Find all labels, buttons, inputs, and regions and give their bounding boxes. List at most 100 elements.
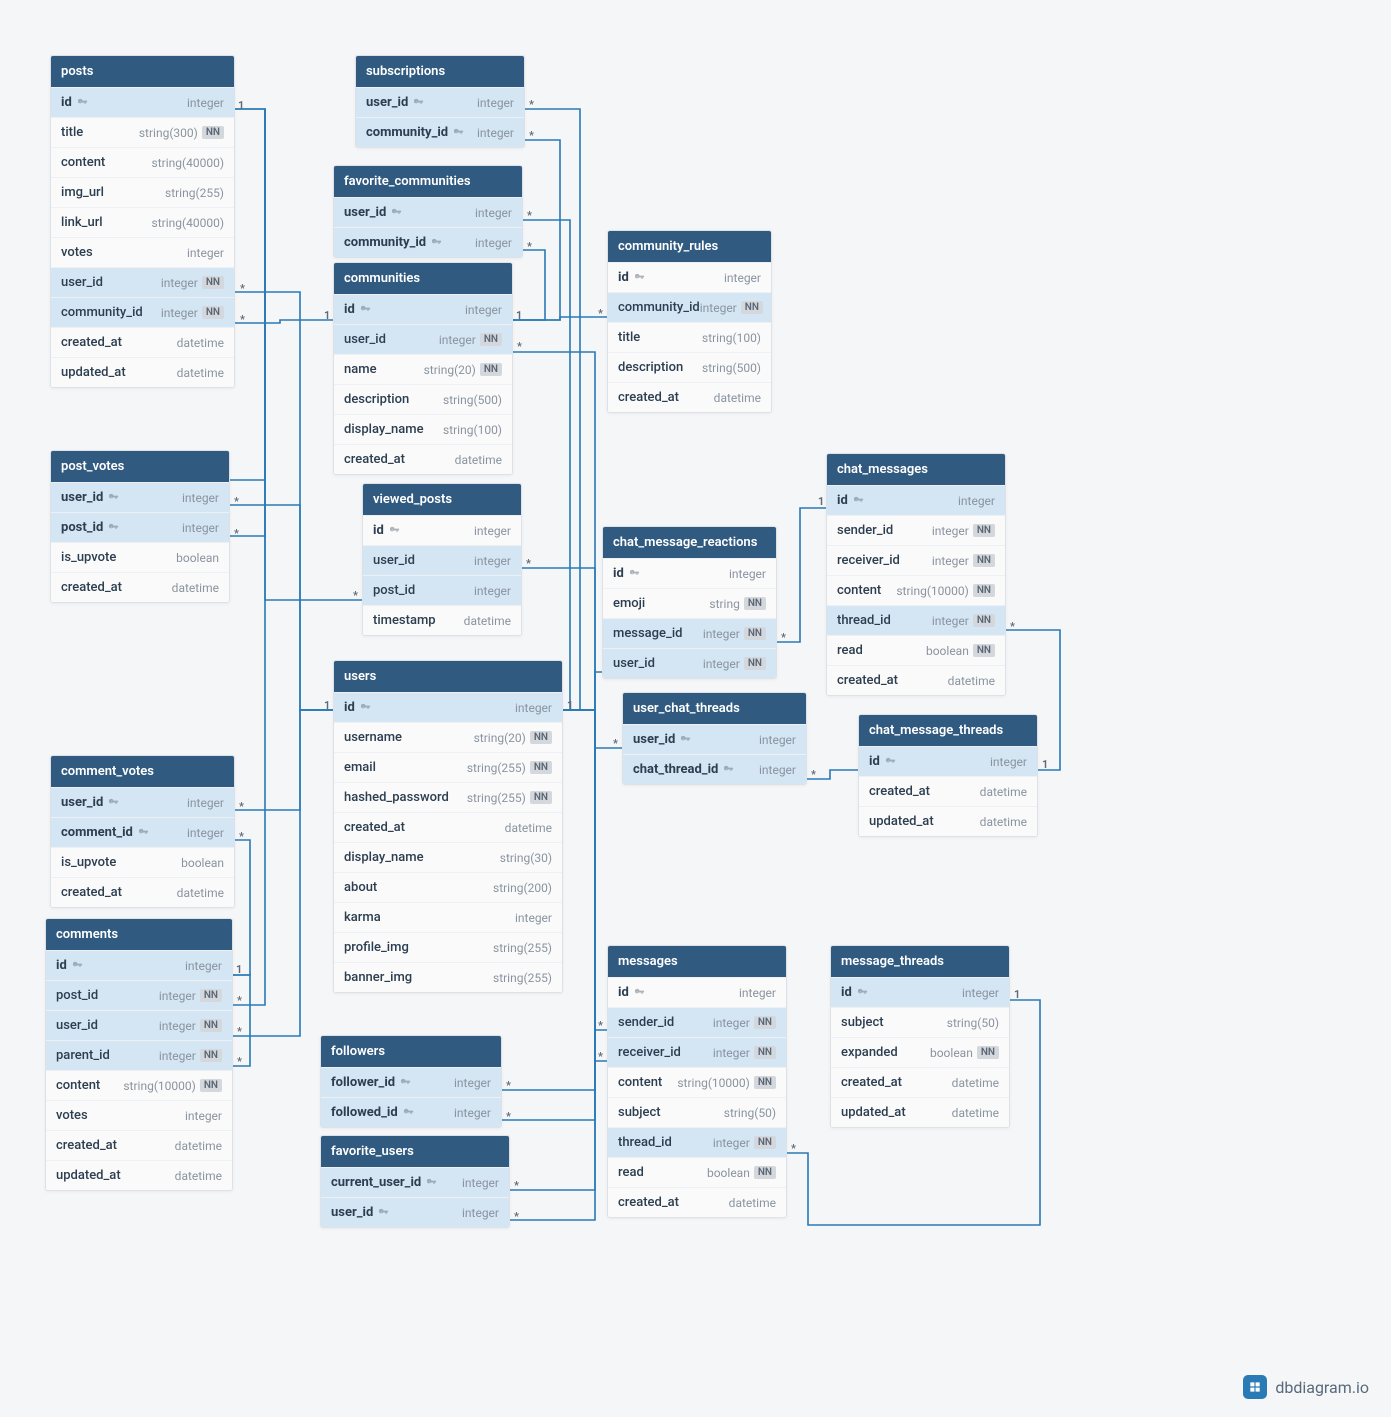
table-header[interactable]: communities (334, 263, 512, 294)
table-row[interactable]: post_idintegerNN (46, 980, 232, 1010)
table-community_rules[interactable]: community_rulesidintegercommunity_idinte… (607, 230, 772, 413)
table-posts[interactable]: postsidintegertitlestring(300)NNcontents… (50, 55, 235, 388)
table-messages[interactable]: messagesidintegersender_idintegerNNrecei… (607, 945, 787, 1218)
table-row[interactable]: idinteger (603, 558, 776, 588)
table-header[interactable]: post_votes (51, 451, 229, 482)
table-row[interactable]: timestampdatetime (363, 605, 521, 635)
table-row[interactable]: votesinteger (51, 237, 234, 267)
table-row[interactable]: idinteger (608, 977, 786, 1007)
table-header[interactable]: comment_votes (51, 756, 234, 787)
table-subscriptions[interactable]: subscriptionsuser_idintegercommunity_idi… (355, 55, 525, 148)
table-row[interactable]: user_idinteger (51, 787, 234, 817)
table-header[interactable]: followers (321, 1036, 501, 1067)
table-row[interactable]: idinteger (608, 262, 771, 292)
table-row[interactable]: idinteger (334, 294, 512, 324)
table-chat_messages[interactable]: chat_messagesidintegersender_idintegerNN… (826, 453, 1006, 696)
table-row[interactable]: titlestring(300)NN (51, 117, 234, 147)
table-row[interactable]: created_atdatetime (51, 572, 229, 602)
table-row[interactable]: display_namestring(30) (334, 842, 562, 872)
table-row[interactable]: votesinteger (46, 1100, 232, 1130)
table-header[interactable]: posts (51, 56, 234, 87)
table-row[interactable]: titlestring(100) (608, 322, 771, 352)
brand-badge[interactable]: dbdiagram.io (1243, 1375, 1369, 1399)
table-row[interactable]: user_idintegerNN (334, 324, 512, 354)
table-header[interactable]: messages (608, 946, 786, 977)
table-row[interactable]: readbooleanNN (608, 1157, 786, 1187)
table-row[interactable]: karmainteger (334, 902, 562, 932)
table-row[interactable]: sender_idintegerNN (827, 515, 1005, 545)
table-row[interactable]: receiver_idintegerNN (827, 545, 1005, 575)
table-row[interactable]: updated_atdatetime (46, 1160, 232, 1190)
table-row[interactable]: is_upvoteboolean (51, 542, 229, 572)
table-row[interactable]: thread_idintegerNN (608, 1127, 786, 1157)
table-header[interactable]: community_rules (608, 231, 771, 262)
table-row[interactable]: created_atdatetime (827, 665, 1005, 695)
table-favorite_communities[interactable]: favorite_communitiesuser_idintegercommun… (333, 165, 523, 258)
table-row[interactable]: created_atdatetime (334, 812, 562, 842)
table-row[interactable]: user_idinteger (363, 545, 521, 575)
table-users[interactable]: usersidintegerusernamestring(20)NNemails… (333, 660, 563, 993)
table-row[interactable]: message_idintegerNN (603, 618, 776, 648)
table-row[interactable]: user_idinteger (623, 724, 806, 754)
table-row[interactable]: receiver_idintegerNN (608, 1037, 786, 1067)
table-row[interactable]: created_atdatetime (46, 1130, 232, 1160)
table-row[interactable]: post_idinteger (363, 575, 521, 605)
table-row[interactable]: usernamestring(20)NN (334, 722, 562, 752)
table-row[interactable]: display_namestring(100) (334, 414, 512, 444)
table-row[interactable]: subjectstring(50) (831, 1007, 1009, 1037)
table-row[interactable]: created_atdatetime (859, 776, 1037, 806)
table-row[interactable]: user_idinteger (356, 87, 524, 117)
table-row[interactable]: updated_atdatetime (51, 357, 234, 387)
table-header[interactable]: chat_messages (827, 454, 1005, 485)
table-row[interactable]: idinteger (363, 515, 521, 545)
table-row[interactable]: current_user_idinteger (321, 1167, 509, 1197)
table-comments[interactable]: commentsidintegerpost_idintegerNNuser_id… (45, 918, 233, 1191)
table-favorite_users[interactable]: favorite_userscurrent_user_idintegeruser… (320, 1135, 510, 1228)
table-row[interactable]: contentstring(10000)NN (608, 1067, 786, 1097)
table-header[interactable]: chat_message_reactions (603, 527, 776, 558)
table-row[interactable]: post_idinteger (51, 512, 229, 542)
table-row[interactable]: created_atdatetime (608, 382, 771, 412)
table-row[interactable]: user_idintegerNN (603, 648, 776, 678)
table-header[interactable]: comments (46, 919, 232, 950)
table-row[interactable]: created_atdatetime (608, 1187, 786, 1217)
table-row[interactable]: parent_idintegerNN (46, 1040, 232, 1070)
table-header[interactable]: viewed_posts (363, 484, 521, 515)
table-row[interactable]: hashed_passwordstring(255)NN (334, 782, 562, 812)
table-row[interactable]: emailstring(255)NN (334, 752, 562, 782)
table-user_chat_threads[interactable]: user_chat_threadsuser_idintegerchat_thre… (622, 692, 807, 785)
table-row[interactable]: created_atdatetime (334, 444, 512, 474)
table-row[interactable]: expandedbooleanNN (831, 1037, 1009, 1067)
table-chat_message_reactions[interactable]: chat_message_reactionsidintegeremojistri… (602, 526, 777, 679)
table-row[interactable]: contentstring(10000)NN (827, 575, 1005, 605)
diagram-canvas[interactable]: postsidintegertitlestring(300)NNcontents… (0, 0, 1391, 1417)
table-viewed_posts[interactable]: viewed_postsidintegeruser_idintegerpost_… (362, 483, 522, 636)
table-row[interactable]: idinteger (51, 87, 234, 117)
table-row[interactable]: community_idinteger (356, 117, 524, 147)
table-row[interactable]: banner_imgstring(255) (334, 962, 562, 992)
table-row[interactable]: community_idinteger (334, 227, 522, 257)
table-row[interactable]: idinteger (334, 692, 562, 722)
table-row[interactable]: descriptionstring(500) (334, 384, 512, 414)
table-row[interactable]: profile_imgstring(255) (334, 932, 562, 962)
table-row[interactable]: follower_idinteger (321, 1067, 501, 1097)
table-row[interactable]: contentstring(10000)NN (46, 1070, 232, 1100)
table-row[interactable]: user_idinteger (321, 1197, 509, 1227)
table-row[interactable]: contentstring(40000) (51, 147, 234, 177)
table-chat_message_threads[interactable]: chat_message_threadsidintegercreated_atd… (858, 714, 1038, 837)
table-row[interactable]: created_atdatetime (51, 327, 234, 357)
table-row[interactable]: user_idintegerNN (51, 267, 234, 297)
table-row[interactable]: created_atdatetime (831, 1067, 1009, 1097)
table-header[interactable]: favorite_users (321, 1136, 509, 1167)
table-row[interactable]: readbooleanNN (827, 635, 1005, 665)
table-message_threads[interactable]: message_threadsidintegersubjectstring(50… (830, 945, 1010, 1128)
table-row[interactable]: user_idintegerNN (46, 1010, 232, 1040)
table-header[interactable]: message_threads (831, 946, 1009, 977)
table-row[interactable]: img_urlstring(255) (51, 177, 234, 207)
table-row[interactable]: chat_thread_idinteger (623, 754, 806, 784)
table-row[interactable]: is_upvoteboolean (51, 847, 234, 877)
table-row[interactable]: idinteger (859, 746, 1037, 776)
table-post_votes[interactable]: post_votesuser_idintegerpost_idintegeris… (50, 450, 230, 603)
table-row[interactable]: followed_idinteger (321, 1097, 501, 1127)
table-row[interactable]: idinteger (46, 950, 232, 980)
